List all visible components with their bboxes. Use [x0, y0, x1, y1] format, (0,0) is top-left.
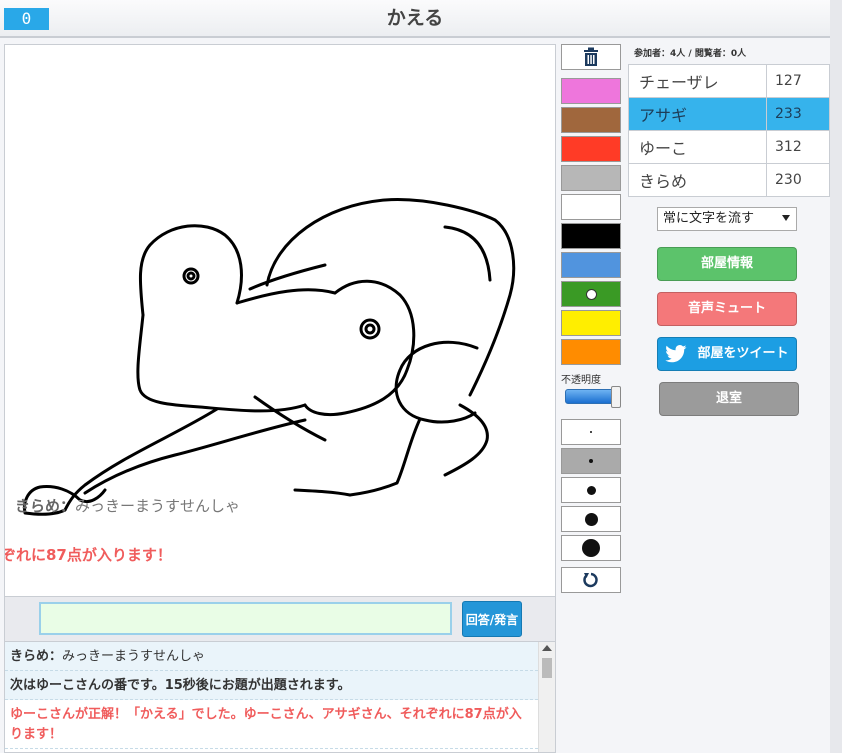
undo-icon [583, 572, 598, 588]
pen-size-button[interactable] [561, 448, 621, 474]
header-bar: かえる 0 [0, 0, 830, 38]
player-name: きらめ [628, 163, 767, 197]
color-swatch[interactable] [561, 136, 621, 162]
clear-canvas-button[interactable] [561, 44, 621, 70]
answer-submit-button[interactable]: 回答/発言 [462, 601, 522, 637]
undo-button[interactable] [561, 567, 621, 593]
selected-indicator-icon [586, 289, 597, 300]
color-swatch[interactable] [561, 252, 621, 278]
color-swatch[interactable] [561, 107, 621, 133]
room-info-button[interactable]: 部屋情報 [657, 247, 797, 281]
chat-line: 次はゆーこさんの番です。15秒後にお題が出題されます。 [5, 671, 538, 700]
player-row: チェーザレ 127 [628, 64, 830, 98]
trash-icon [584, 47, 598, 66]
mute-sound-button[interactable]: 音声ミュート [657, 292, 797, 326]
pen-size-button[interactable] [561, 535, 621, 561]
player-name: ゆーこ [628, 130, 767, 164]
timer-counter: 0 [4, 8, 49, 30]
color-swatch[interactable] [561, 281, 621, 307]
topic-word: かえる [386, 7, 444, 29]
opacity-label: 不透明度 [561, 375, 601, 386]
twitter-bird-icon [665, 345, 687, 363]
color-swatch[interactable] [561, 78, 621, 104]
pen-dot-icon [586, 485, 596, 495]
pen-dot-icon [589, 459, 593, 463]
player-row: アサギ 233 [628, 97, 830, 131]
player-score: 312 [766, 130, 830, 164]
participant-counts: 参加者：4人 / 閲覧者：0人 [634, 49, 747, 59]
color-swatch[interactable] [561, 310, 621, 336]
opacity-track[interactable] [565, 389, 615, 404]
chat-log[interactable]: きらめ：みっきーまうすせんしゃ 次はゆーこさんの番です。15秒後にお題が出題され… [4, 641, 556, 753]
tweet-room-button[interactable]: 部屋をツイート [657, 337, 797, 371]
player-score: 233 [766, 97, 830, 131]
flowing-notice: ぞれに87点が入ります！ [4, 546, 172, 564]
color-swatch[interactable] [561, 194, 621, 220]
chat-line-correct: ゆーこさんが正解！「かえる」でした。ゆーこさん、アサギさん、それぞれに87点が入… [5, 700, 538, 749]
flowing-message: きらめ：みっきーまうすせんしゃ [15, 497, 241, 515]
color-swatch[interactable] [561, 223, 621, 249]
player-name: アサギ [628, 97, 767, 131]
pen-size-button[interactable] [561, 419, 621, 445]
app-window: かえる 0 きらめ：みっきーまうすせんしゃ ぞれに87点が入ります！ 回答/発言… [0, 0, 842, 753]
pen-size-button[interactable] [561, 506, 621, 532]
leave-room-button[interactable]: 退室 [659, 382, 799, 416]
window-edge [830, 0, 842, 753]
answer-bar: 回答/発言 [4, 597, 556, 641]
opacity-thumb[interactable] [611, 386, 621, 408]
pen-dot-icon [584, 512, 598, 526]
player-list: チェーザレ 127 アサギ 233 ゆーこ 312 きらめ 230 [628, 64, 830, 197]
pen-size-button[interactable] [561, 477, 621, 503]
player-score: 230 [766, 163, 830, 197]
player-row: きらめ 230 [628, 163, 830, 197]
chat-line: きらめ：みっきーまうすせんしゃ [5, 642, 538, 671]
pen-dot-icon [590, 431, 592, 433]
drawing-canvas[interactable]: きらめ：みっきーまうすせんしゃ ぞれに87点が入ります！ [4, 44, 556, 597]
color-swatch[interactable] [561, 339, 621, 365]
tweet-label: 部屋をツイート [697, 346, 789, 361]
chat-scrollbar[interactable] [538, 642, 555, 752]
color-swatch[interactable] [561, 165, 621, 191]
chevron-down-icon [782, 215, 790, 221]
player-row: ゆーこ 312 [628, 130, 830, 164]
scroll-thumb[interactable] [542, 658, 552, 678]
opacity-slider[interactable] [565, 386, 621, 408]
scroll-up-arrow-icon[interactable] [542, 645, 552, 651]
pen-dot-icon [582, 539, 600, 557]
player-score: 127 [766, 64, 830, 98]
flow-select-value: 常に文字を流す [663, 211, 755, 226]
comment-flow-select[interactable]: 常に文字を流す [657, 207, 797, 231]
answer-input[interactable] [39, 602, 452, 635]
player-name: チェーザレ [628, 64, 767, 98]
